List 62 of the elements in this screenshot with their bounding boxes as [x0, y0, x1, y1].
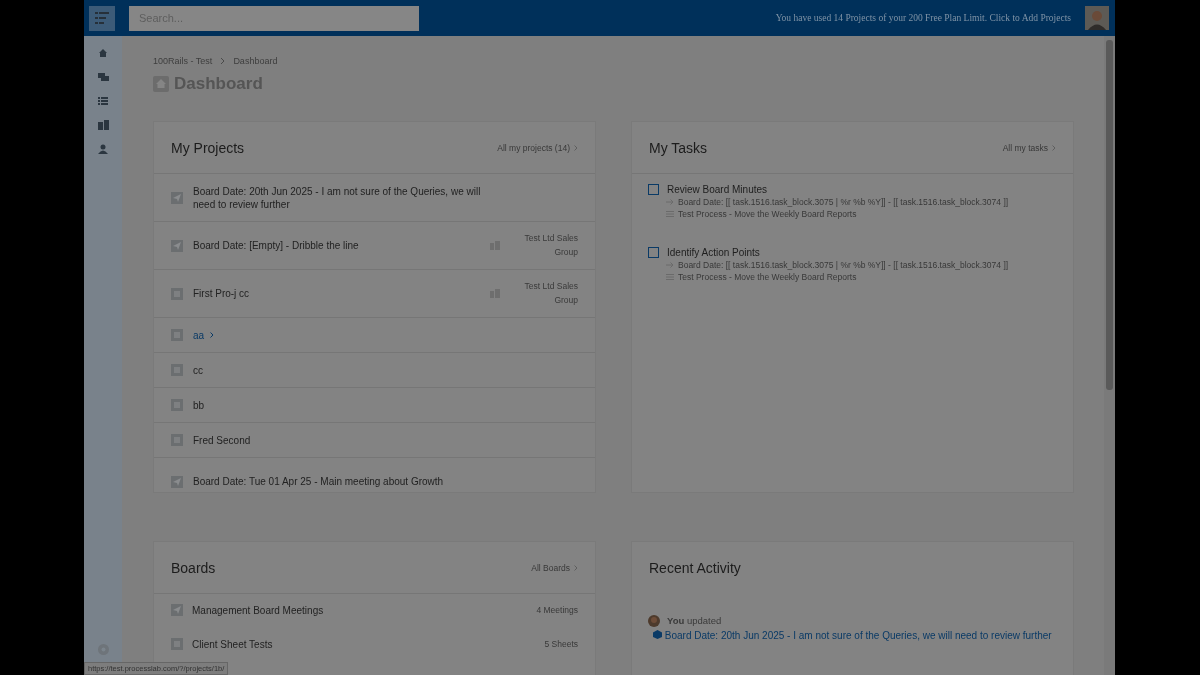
arrow-icon	[666, 262, 674, 268]
sheet-icon	[171, 287, 183, 300]
menu-icon	[95, 11, 109, 25]
home-icon	[153, 76, 169, 92]
client-name: Test Ltd Sales Group	[523, 279, 578, 307]
person-icon[interactable]	[98, 144, 108, 154]
plan-limit-link[interactable]: You have used 14 Projects of your 200 Free Plan Limit. Click to Add Projects	[775, 13, 1071, 23]
project-link[interactable]: bb	[193, 398, 205, 412]
sheet-icon	[171, 364, 183, 376]
avatar-icon[interactable]	[1085, 6, 1109, 30]
task-process: Test Process - Move the Weekly Board Reports	[678, 209, 857, 219]
chevron-icon	[574, 144, 578, 151]
board-icon	[171, 604, 183, 616]
arrow-icon	[666, 199, 674, 205]
list-icon[interactable]	[98, 96, 108, 106]
avatar-icon	[648, 615, 660, 627]
board-icon	[171, 239, 183, 252]
sheet-icon	[171, 638, 183, 650]
card-title: My Tasks	[649, 139, 708, 156]
sheet-icon	[171, 329, 183, 341]
sheet-icon	[171, 399, 183, 411]
board-icon	[171, 475, 183, 488]
project-link[interactable]: aa	[193, 328, 205, 342]
home-icon[interactable]	[98, 48, 108, 58]
sheet-icon	[171, 434, 183, 446]
card-title: My Projects	[171, 139, 245, 156]
breadcrumb-current: Dashboard	[233, 56, 278, 66]
menu-button[interactable]	[89, 5, 115, 31]
activity-text: You updated	[667, 615, 723, 626]
task-process: Test Process - Move the Weekly Board Reports	[678, 272, 857, 282]
chevron-icon	[220, 58, 226, 64]
chevron-icon	[1052, 144, 1056, 151]
all-boards-link[interactable]: All Boards	[531, 562, 578, 573]
board-count: 5 Sheets	[544, 639, 578, 649]
task-title[interactable]: Identify Action Points	[667, 247, 760, 258]
client-name: Test Ltd Sales Group	[523, 231, 578, 259]
project-link[interactable]: Board Date: Tue 01 Apr 25 - Main meeting about Growth	[193, 475, 444, 488]
card-title: Recent Activity	[649, 559, 741, 576]
breadcrumb-link[interactable]: 100Rails - Test	[153, 56, 213, 66]
chevron-icon	[210, 332, 215, 338]
list-icon	[666, 211, 674, 217]
building-icon[interactable]	[97, 120, 109, 130]
board-link[interactable]: Client Sheet Tests	[192, 638, 273, 650]
project-link[interactable]: Board Date: [Empty] - Dribble the line	[193, 239, 359, 252]
board-link[interactable]: Management Board Meetings	[192, 604, 324, 616]
chat-icon[interactable]	[97, 72, 109, 82]
task-checkbox[interactable]	[648, 247, 659, 258]
list-icon	[666, 274, 674, 280]
chevron-icon	[574, 564, 578, 571]
project-link[interactable]: Fred Second	[193, 433, 251, 447]
task-checkbox[interactable]	[648, 184, 659, 195]
project-link[interactable]: Board Date: 20th Jun 2025 - I am not sure of the Queries, we will need to review further	[193, 184, 483, 211]
project-link[interactable]: cc	[193, 363, 203, 377]
task-title[interactable]: Review Board Minutes	[667, 184, 768, 195]
project-link[interactable]: First Pro-j cc	[193, 287, 250, 300]
board-icon	[171, 191, 183, 204]
scrollbar[interactable]	[1104, 36, 1115, 675]
cube-icon	[653, 630, 662, 639]
card-title: Boards	[171, 559, 216, 576]
board-count: 4 Meetings	[536, 605, 578, 615]
activity-link[interactable]: Board Date: 20th Jun 2025 - I am not sure of the Queries, we will need to review further	[653, 628, 1052, 644]
all-projects-link[interactable]: All my projects (14)	[497, 142, 578, 153]
